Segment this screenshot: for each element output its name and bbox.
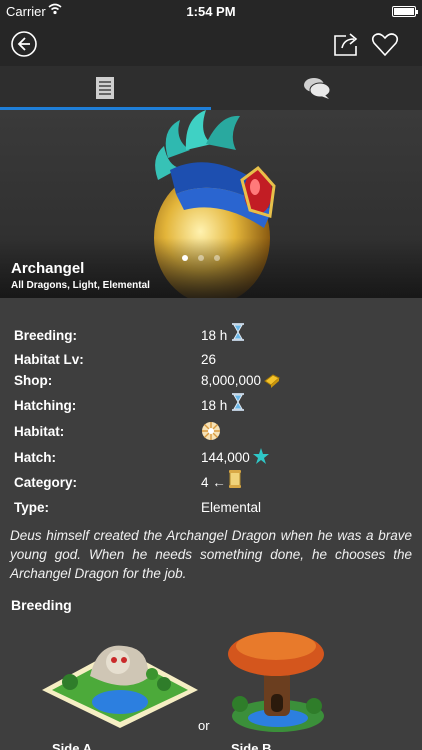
property-row-habitat: Habitat: xyxy=(0,420,422,444)
tab-info[interactable] xyxy=(0,66,211,110)
dragon-image-carousel[interactable]: Archangel All Dragons, Light, Elemental xyxy=(0,110,422,298)
gold-icon xyxy=(264,374,280,388)
favorite-button[interactable] xyxy=(370,30,400,58)
dragon-name: Archangel xyxy=(11,260,85,277)
carousel-dot xyxy=(214,255,220,261)
property-label: Breeding: xyxy=(14,328,78,343)
light-habitat-icon xyxy=(202,422,220,440)
property-row-type: Type: Elemental xyxy=(0,496,422,520)
property-value: 18 h xyxy=(201,328,228,343)
property-value: 144,000 xyxy=(201,450,250,465)
battery-icon xyxy=(392,6,418,17)
property-row-breeding: Breeding: 18 h xyxy=(0,323,422,348)
dragon-description: Deus himself created the Archangel Drago… xyxy=(10,528,412,581)
carousel-dot xyxy=(182,255,188,261)
hourglass-icon xyxy=(232,323,244,341)
chat-bubbles-icon xyxy=(304,78,331,99)
side-b-habitat-image[interactable] xyxy=(226,624,326,734)
property-label: Hatch: xyxy=(14,450,57,465)
hourglass-icon xyxy=(232,393,244,411)
tab-bar xyxy=(0,66,422,110)
document-icon xyxy=(96,77,114,99)
side-a-habitat-image[interactable] xyxy=(40,628,200,728)
property-value: Elemental xyxy=(201,500,262,515)
property-label: Habitat Lv: xyxy=(14,352,84,367)
property-label: Shop: xyxy=(14,373,53,388)
property-label: Habitat: xyxy=(14,424,65,439)
property-value: 8,000,000 xyxy=(201,373,262,388)
side-a-label: Side A xyxy=(52,741,92,750)
carousel-page-indicator xyxy=(182,248,230,266)
property-label: Type: xyxy=(14,500,50,515)
star-icon xyxy=(253,448,269,464)
scroll-icon xyxy=(229,470,241,488)
property-label: Category: xyxy=(14,475,78,490)
tab-comments[interactable] xyxy=(211,66,422,110)
property-value: 4 ← xyxy=(201,475,226,490)
property-value: 18 h xyxy=(201,398,228,413)
property-label: Hatching: xyxy=(14,398,77,413)
property-value: 26 xyxy=(201,352,217,367)
property-row-hatch: Hatch: 144,000 xyxy=(0,446,422,470)
property-row-shop: Shop: 8,000,000 xyxy=(0,369,422,393)
clock: 1:54 PM xyxy=(186,4,236,19)
property-row-category: Category: 4 ← xyxy=(0,470,422,495)
carousel-dot xyxy=(198,255,204,261)
side-b-label: Side B xyxy=(231,741,272,750)
status-bar: Carrier 1:54 PM xyxy=(0,0,422,22)
share-button[interactable] xyxy=(332,30,362,58)
breeding-or-label: or xyxy=(198,718,210,733)
back-button[interactable] xyxy=(10,30,38,58)
nav-bar xyxy=(0,22,422,66)
breeding-section-title: Breeding xyxy=(11,597,72,613)
property-row-hatching: Hatching: 18 h xyxy=(0,393,422,418)
dragon-categories: All Dragons, Light, Elemental xyxy=(11,280,150,291)
